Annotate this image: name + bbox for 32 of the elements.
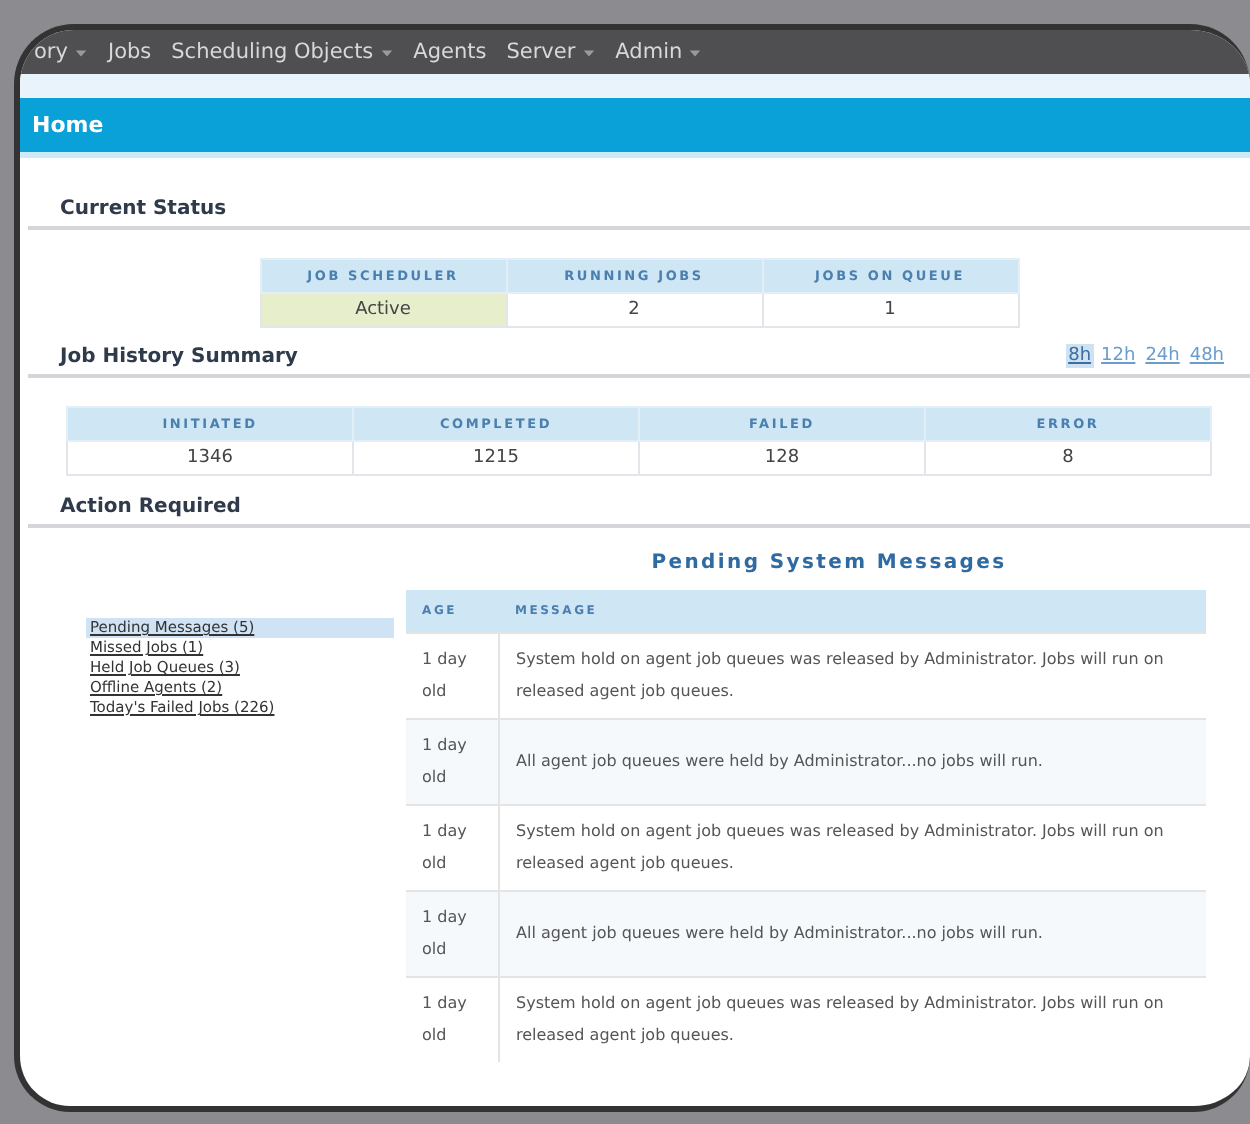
nav-item[interactable]: Server: [500, 40, 602, 64]
nav-item[interactable]: Agents: [407, 40, 493, 64]
nav-item[interactable]: Jobs: [101, 40, 158, 64]
section-title: Action Required: [60, 496, 241, 518]
nav-item[interactable]: Admin: [609, 40, 709, 64]
table-cell: 2: [506, 293, 762, 327]
time-range-link[interactable]: 24h: [1143, 344, 1182, 368]
age-cell: 1 day old: [406, 977, 499, 1062]
table-cell: 1: [762, 293, 1018, 327]
table-cell: Active: [260, 293, 506, 327]
time-range-link[interactable]: 48h: [1187, 344, 1226, 368]
section-title: Current Status: [60, 198, 227, 220]
age-cell: 1 day old: [406, 891, 499, 977]
caret-icon: [379, 45, 394, 59]
table-cell: 1346: [67, 441, 353, 475]
table-cell: 8: [925, 441, 1211, 475]
nav-item[interactable]: ory: [28, 40, 94, 64]
message-cell: System hold on agent job queues was released by Administrator. Jobs will run on released agent job queues.: [499, 977, 1206, 1062]
message-cell: All agent job queues were held by Administrator...no jobs will run.: [499, 891, 1206, 977]
message-cell: All agent job queues were held by Administrator...no jobs will run.: [499, 719, 1206, 805]
time-range-link[interactable]: 12h: [1099, 344, 1138, 368]
nav-item[interactable]: Scheduling Objects: [165, 40, 400, 64]
table-cell: 128: [639, 441, 925, 475]
page-title: Home: [20, 98, 1250, 158]
table-cell: 1215: [353, 441, 639, 475]
section-title: Job History Summary: [60, 346, 298, 368]
panel-title: Pending System Messages: [649, 552, 1009, 574]
caret-icon: [581, 45, 596, 59]
age-cell: 1 day old: [406, 719, 499, 805]
caret-icon: [73, 45, 88, 59]
time-range-link[interactable]: 8h: [1066, 344, 1094, 368]
caret-icon: [688, 45, 703, 59]
